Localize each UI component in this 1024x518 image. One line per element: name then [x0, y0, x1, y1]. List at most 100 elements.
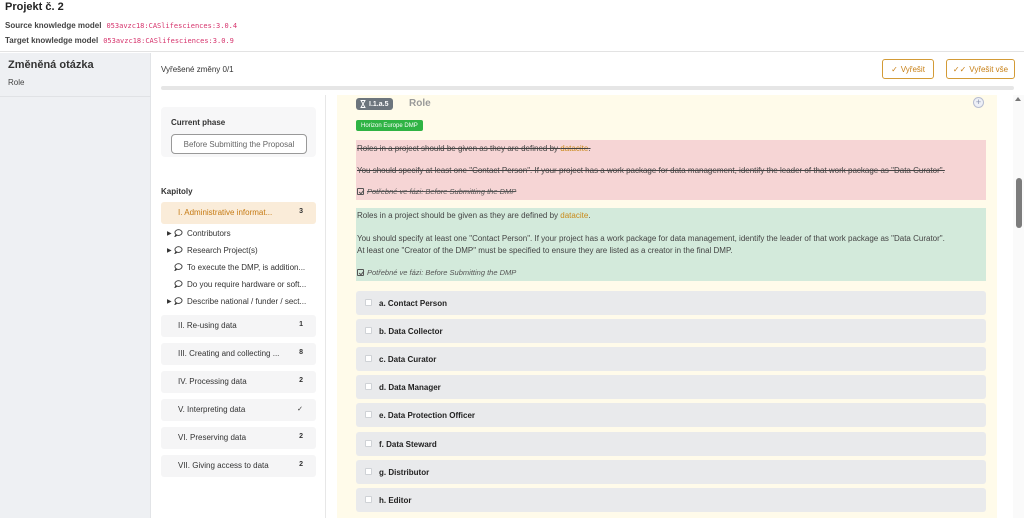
option-label: d. Data Manager — [379, 383, 441, 392]
question-item-hardware[interactable]: Do you require hardware or soft... — [167, 278, 322, 294]
old-required-prefix: Potřebné ve fázi: — [367, 187, 426, 196]
chapter-item-6[interactable]: VI. Preserving data 2 — [161, 427, 316, 449]
option-data-protection-officer[interactable]: e. Data Protection Officer — [356, 403, 986, 427]
old-text-line1: Roles in a project should be given as th… — [357, 144, 591, 153]
question-item-label: Contributors — [187, 229, 231, 238]
option-checkbox[interactable] — [365, 327, 372, 334]
checkbox-checked-icon — [357, 269, 364, 276]
comment-bubble-icon — [174, 229, 183, 237]
option-editor[interactable]: h. Editor — [356, 488, 986, 512]
option-checkbox[interactable] — [365, 383, 372, 390]
question-item-label: Describe national / funder / sect... — [187, 297, 307, 306]
chapter-item-7[interactable]: VII. Giving access to data 2 — [161, 455, 316, 477]
question-item-national-funder[interactable]: ▶ Describe national / funder / sect... — [167, 295, 322, 311]
option-label: a. Contact Person — [379, 299, 448, 308]
option-label: g. Distributor — [379, 468, 430, 477]
chapter-item-4[interactable]: IV. Processing data 2 — [161, 371, 316, 393]
option-contact-person[interactable]: a. Contact Person — [356, 291, 986, 315]
chapter-item-5[interactable]: V. Interpreting data ✓ — [161, 399, 316, 421]
new-required-phase-value: Before Submitting the DMP — [425, 268, 517, 277]
chapter-label: IV. Processing data — [178, 377, 247, 386]
option-label: h. Editor — [379, 496, 412, 505]
option-data-collector[interactable]: b. Data Collector — [356, 319, 986, 343]
changed-question-title: Změněná otázka — [8, 59, 94, 71]
current-phase-select[interactable]: Before Submitting the Proposal — [171, 134, 307, 154]
scroll-up-arrow-icon[interactable] — [1015, 97, 1021, 101]
hourglass-icon — [360, 100, 366, 108]
question-title: Role — [409, 98, 431, 109]
question-diff-area: I.1.a.5 Role + Horizon Europe DMP Roles … — [327, 95, 1013, 518]
resolve-button[interactable]: ✓ Vyřešit — [882, 59, 934, 79]
resolve-progress-bar — [161, 86, 1014, 90]
question-item-contributors[interactable]: ▶ Contributors — [167, 227, 322, 243]
chapter-item-2[interactable]: II. Re-using data 1 — [161, 315, 316, 337]
chapter-item-1[interactable]: I. Administrative informat... 3 — [161, 202, 316, 224]
caret-right-icon[interactable]: ▶ — [167, 298, 172, 305]
new-text-line1: Roles in a project should be given as th… — [357, 211, 591, 220]
diff-removed-block: Roles in a project should be given as th… — [356, 140, 986, 200]
chapter-item-3[interactable]: III. Creating and collecting ... 8 — [161, 343, 316, 365]
project-title: Projekt č. 2 — [5, 1, 64, 13]
old-required-phase: Potřebné ve fázi: Before Submitting the … — [357, 187, 516, 196]
question-item-research-projects[interactable]: ▶ Research Project(s) — [167, 244, 322, 260]
question-panel: I.1.a.5 Role + Horizon Europe DMP Roles … — [337, 95, 997, 518]
project-header: Projekt č. 2 Source knowledge model 053av… — [0, 0, 1024, 52]
option-data-steward[interactable]: f. Data Steward — [356, 432, 986, 456]
chapters-heading: Kapitoly — [161, 187, 193, 196]
comment-bubble-icon — [174, 297, 183, 305]
sidebar-divider — [0, 96, 151, 97]
option-checkbox[interactable] — [365, 355, 372, 362]
resolved-changes-label: Vyřešené změny 0/1 — [161, 65, 234, 74]
old-datacite-link: datacite — [560, 144, 589, 153]
resolve-button-label: Vyřešit — [900, 64, 925, 74]
option-checkbox[interactable] — [365, 468, 372, 475]
chapter-count-badge: 3 — [299, 208, 303, 215]
option-data-manager[interactable]: d. Data Manager — [356, 375, 986, 399]
chapter-count-badge: 2 — [299, 461, 303, 468]
chapter-label: VI. Preserving data — [178, 433, 247, 442]
chapter-label: II. Re-using data — [178, 321, 237, 330]
caret-right-icon[interactable]: ▶ — [167, 247, 172, 254]
new-required-prefix: Potřebné ve fázi: — [367, 268, 426, 277]
option-label: b. Data Collector — [379, 327, 443, 336]
new-text-line3: At least one "Creator of the DMP" must b… — [357, 246, 733, 255]
option-checkbox[interactable] — [365, 496, 372, 503]
resolve-all-button-label: Vyřešit vše — [969, 64, 1009, 74]
option-distributor[interactable]: g. Distributor — [356, 460, 986, 484]
double-check-icon: ✓✓ — [952, 64, 967, 74]
option-label: e. Data Protection Officer — [379, 411, 476, 420]
new-required-phase: Potřebné ve fázi: Before Submitting the … — [357, 268, 516, 277]
chapter-label: III. Creating and collecting ... — [178, 349, 280, 358]
changes-sidebar: Změněná otázka Role — [0, 53, 151, 518]
old-required-phase-value: Before Submitting the DMP — [425, 187, 517, 196]
chapter-label: V. Interpreting data — [178, 405, 246, 414]
question-item-label: To execute the DMP, is addition... — [187, 263, 306, 272]
comment-bubble-icon — [174, 246, 183, 254]
option-checkbox[interactable] — [365, 411, 372, 418]
option-checkbox[interactable] — [365, 299, 372, 306]
add-comment-icon[interactable]: + — [973, 97, 984, 108]
option-data-curator[interactable]: c. Data Curator — [356, 347, 986, 371]
option-label: c. Data Curator — [379, 355, 437, 364]
changed-question-item[interactable]: Role — [8, 78, 24, 87]
resolve-all-button[interactable]: ✓✓ Vyřešit vše — [946, 59, 1015, 79]
chapter-count-badge: 2 — [299, 377, 303, 384]
source-km-row: Source knowledge model 053avzc18:CASlifes… — [5, 21, 237, 30]
question-number-badge: I.1.a.5 — [356, 98, 394, 110]
target-km-row: Target knowledge model 053avzc18:CASlifes… — [5, 36, 234, 45]
target-km-label: Target knowledge model — [5, 36, 99, 45]
target-km-value: 053avzc18:CASlifesciences:3.0.9 — [103, 37, 234, 45]
new-datacite-link[interactable]: datacite — [560, 211, 588, 220]
new-text-line2: You should specify at least one "Contact… — [357, 234, 945, 243]
chapters-panel: Current phase Before Submitting the Prop… — [152, 95, 326, 518]
caret-right-icon[interactable]: ▶ — [167, 230, 172, 237]
chapter-count-badge: 2 — [299, 433, 303, 440]
question-item-label: Do you require hardware or soft... — [187, 280, 307, 289]
content-scrollbar[interactable] — [1013, 95, 1024, 518]
question-item-execute-dmp[interactable]: To execute the DMP, is addition... — [167, 261, 322, 277]
new-line1-text: Roles in a project should be given as th… — [357, 211, 561, 220]
scroll-thumb[interactable] — [1016, 178, 1022, 228]
option-checkbox[interactable] — [365, 440, 372, 447]
old-line1-text: Roles in a project should be given as th… — [357, 144, 561, 153]
question-tag: Horizon Europe DMP — [356, 120, 423, 131]
